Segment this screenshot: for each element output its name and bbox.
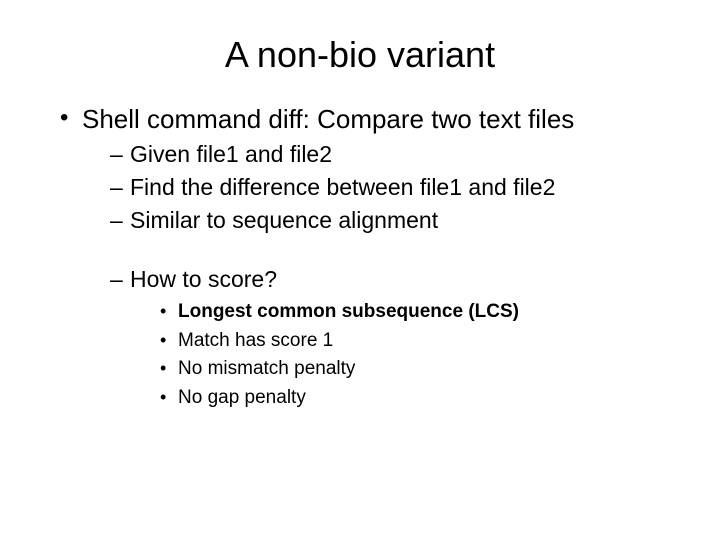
slide: A non-bio variant Shell command diff: Co… bbox=[0, 0, 720, 540]
list-item: How to score? Longest common subsequence… bbox=[110, 264, 680, 411]
bullet-list-level1: Shell command diff: Compare two text fil… bbox=[40, 104, 680, 412]
list-item: No mismatch penalty bbox=[160, 356, 680, 383]
main-bullet-text: Shell command diff: Compare two text fil… bbox=[82, 104, 574, 134]
bullet-list-level2: Given file1 and file2 Find the differenc… bbox=[82, 139, 680, 412]
list-item: Given file1 and file2 bbox=[110, 139, 680, 170]
list-item: Shell command diff: Compare two text fil… bbox=[60, 104, 680, 412]
sub-bullet-text: Similar to sequence alignment bbox=[130, 207, 438, 233]
bullet-list-level3: Longest common subsequence (LCS) Match h… bbox=[130, 299, 680, 411]
slide-title: A non-bio variant bbox=[40, 34, 680, 76]
list-item: Find the difference between file1 and fi… bbox=[110, 172, 680, 203]
question-bullet-text: How to score? bbox=[130, 266, 277, 292]
detail-bullet-text: Longest common subsequence (LCS) bbox=[178, 301, 519, 322]
detail-bullet-text: No mismatch penalty bbox=[178, 358, 355, 379]
list-item: Match has score 1 bbox=[160, 328, 680, 355]
sub-bullet-text: Find the difference between file1 and fi… bbox=[130, 174, 555, 200]
detail-bullet-text: No gap penalty bbox=[178, 387, 306, 408]
list-item: Similar to sequence alignment bbox=[110, 205, 680, 236]
detail-bullet-text: Match has score 1 bbox=[178, 330, 333, 351]
sub-bullet-text: Given file1 and file2 bbox=[130, 141, 332, 167]
list-item: Longest common subsequence (LCS) bbox=[160, 299, 680, 326]
list-item: No gap penalty bbox=[160, 385, 680, 412]
